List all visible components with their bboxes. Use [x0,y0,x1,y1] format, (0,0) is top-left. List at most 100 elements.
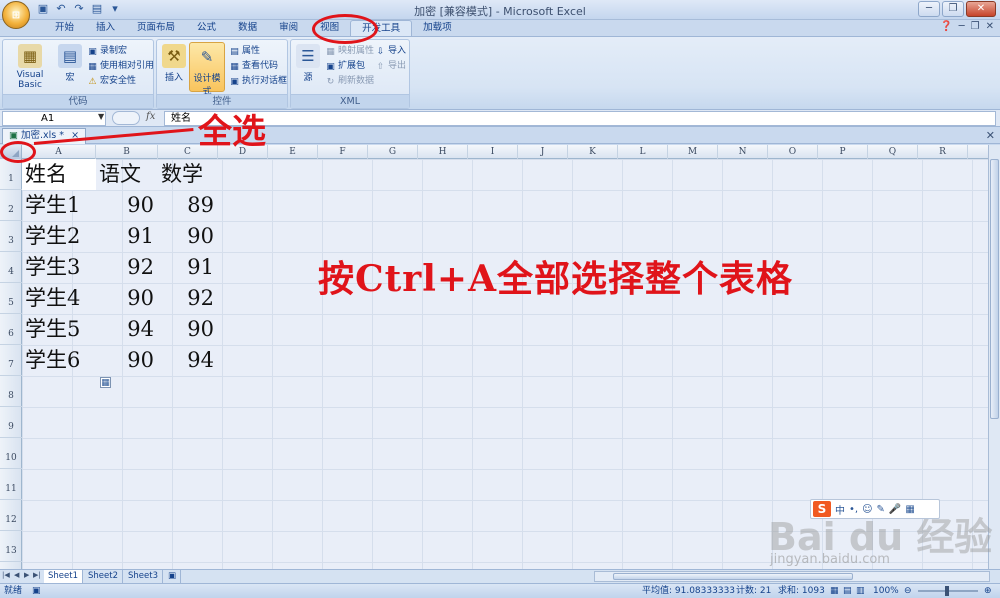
row-header[interactable]: 8 [0,376,22,407]
record-macro-button[interactable]: ▣ 录制宏 [87,44,127,58]
sheet-tab-sheet1[interactable]: Sheet1 [44,570,83,583]
xml-source-button[interactable]: ☰ 源 [293,42,323,92]
horizontal-scrollbar[interactable] [594,571,990,582]
column-header[interactable]: B [96,145,158,159]
vertical-scroll-thumb[interactable] [990,159,999,419]
row-header[interactable]: 1 [0,159,22,190]
normal-view-icon[interactable]: ▦ [830,585,839,597]
tab-review[interactable]: 审阅 [268,20,309,36]
zoom-slider-thumb[interactable] [945,586,949,596]
column-header[interactable]: I [468,145,518,159]
sheet-tab-sheet2[interactable]: Sheet2 [84,570,123,583]
data-cell[interactable]: 92 [96,252,158,283]
last-sheet-icon[interactable]: ▶| [33,571,42,579]
column-header[interactable]: K [568,145,618,159]
skin-icon[interactable]: ✎ [877,504,885,515]
data-cell[interactable]: 学生6 [22,345,96,376]
import-button[interactable]: ⇩ 导入 [375,44,406,58]
doc-minimize-icon[interactable]: ─ [959,21,965,32]
column-header[interactable]: Q [868,145,918,159]
row-header[interactable]: 13 [0,531,22,562]
macros-button[interactable]: ▤ 宏 [55,42,85,92]
column-header[interactable]: R [918,145,968,159]
tab-home[interactable]: 开始 [44,20,85,36]
restore-button[interactable]: ❐ [942,1,964,17]
next-sheet-icon[interactable]: ▶ [24,571,33,579]
row-header[interactable]: 10 [0,438,22,469]
insert-sheet-icon[interactable]: ▣ [164,570,182,583]
refresh-data-button[interactable]: ↻ 刷新数据 [325,74,374,88]
zoom-in-icon[interactable]: ⊕ [984,585,992,597]
tab-formulas[interactable]: 公式 [186,20,227,36]
tab-page-layout[interactable]: 页面布局 [126,20,186,36]
sheet-tab-sheet3[interactable]: Sheet3 [124,570,163,583]
row-header[interactable]: 6 [0,314,22,345]
paste-options-icon[interactable]: ▦ [100,377,111,388]
data-cell[interactable]: 学生4 [22,283,96,314]
data-cell[interactable]: 90 [96,283,158,314]
close-button[interactable]: ✕ [966,1,996,17]
column-header[interactable]: F [318,145,368,159]
column-header[interactable]: L [618,145,668,159]
workbook-close-icon[interactable]: ✕ [986,129,995,142]
tab-addins[interactable]: 加载项 [412,20,463,36]
data-cell[interactable]: 89 [158,190,218,221]
insert-function-icon[interactable]: fx [146,111,160,125]
data-cell[interactable]: 94 [158,345,218,376]
header-cell[interactable]: 数学 [158,159,218,190]
data-cell[interactable]: 学生2 [22,221,96,252]
macro-security-button[interactable]: ⚠ 宏安全性 [87,74,136,88]
doc-restore-icon[interactable]: ❐ [971,21,980,32]
data-cell[interactable]: 92 [158,283,218,314]
data-cell[interactable]: 学生5 [22,314,96,345]
run-dialog-button[interactable]: ▣ 执行对话框 [229,74,287,88]
column-header[interactable]: P [818,145,868,159]
data-cell[interactable]: 90 [96,345,158,376]
map-properties-button[interactable]: ▦ 映射属性 [325,44,374,58]
ime-mode-label[interactable]: 中 [835,502,845,517]
column-header[interactable]: O [768,145,818,159]
row-header[interactable]: 5 [0,283,22,314]
macro-record-status-icon[interactable]: ▣ [32,585,41,597]
row-header[interactable]: 2 [0,190,22,221]
formula-input[interactable]: 姓名 [164,111,996,126]
help-icon[interactable]: ❓ [940,21,952,32]
data-cell[interactable]: 学生1 [22,190,96,221]
ime-toolbar[interactable]: S 中 •, ☺ ✎ 🎤 ▦ [810,499,940,519]
office-button[interactable]: ⊞ [2,1,30,29]
column-header[interactable]: N [718,145,768,159]
row-header[interactable]: 11 [0,469,22,500]
prev-sheet-icon[interactable]: ◀ [14,571,23,579]
voice-icon[interactable]: 🎤 [889,504,901,515]
column-header[interactable]: G [368,145,418,159]
tab-insert[interactable]: 插入 [85,20,126,36]
visual-basic-button[interactable]: ▦ Visual Basic [5,42,55,92]
column-header[interactable]: M [668,145,718,159]
properties-button[interactable]: ▤ 属性 [229,44,260,58]
page-break-view-icon[interactable]: ▥ [856,585,865,597]
name-box[interactable]: A1 [2,111,106,126]
punctuation-icon[interactable]: •, [849,504,858,515]
sogou-ime-icon[interactable]: S [813,501,831,517]
page-layout-view-icon[interactable]: ▤ [843,585,852,597]
data-cell[interactable]: 90 [158,314,218,345]
formula-bar-zoom-icon[interactable] [112,111,140,125]
expansion-packs-button[interactable]: ▣ 扩展包 [325,59,365,73]
export-button[interactable]: ⇧ 导出 [375,59,406,73]
relative-refs-button[interactable]: ▦ 使用相对引用 [87,59,154,73]
data-cell[interactable]: 学生3 [22,252,96,283]
data-cell[interactable]: 90 [158,221,218,252]
header-cell[interactable]: 姓名 [22,159,96,190]
data-cell[interactable]: 91 [158,252,218,283]
data-cell[interactable]: 90 [96,190,158,221]
insert-control-button[interactable]: ⚒ 插入 [159,42,189,92]
first-sheet-icon[interactable]: |◀ [2,571,11,579]
column-header[interactable]: E [268,145,318,159]
column-header[interactable]: J [518,145,568,159]
name-box-dropdown-icon[interactable]: ▼ [98,112,104,121]
zoom-level[interactable]: 100% [873,585,899,597]
header-cell[interactable]: 语文 [96,159,158,190]
row-header[interactable]: 3 [0,221,22,252]
horizontal-scroll-thumb[interactable] [613,573,853,580]
emoji-icon[interactable]: ☺ [862,504,872,515]
